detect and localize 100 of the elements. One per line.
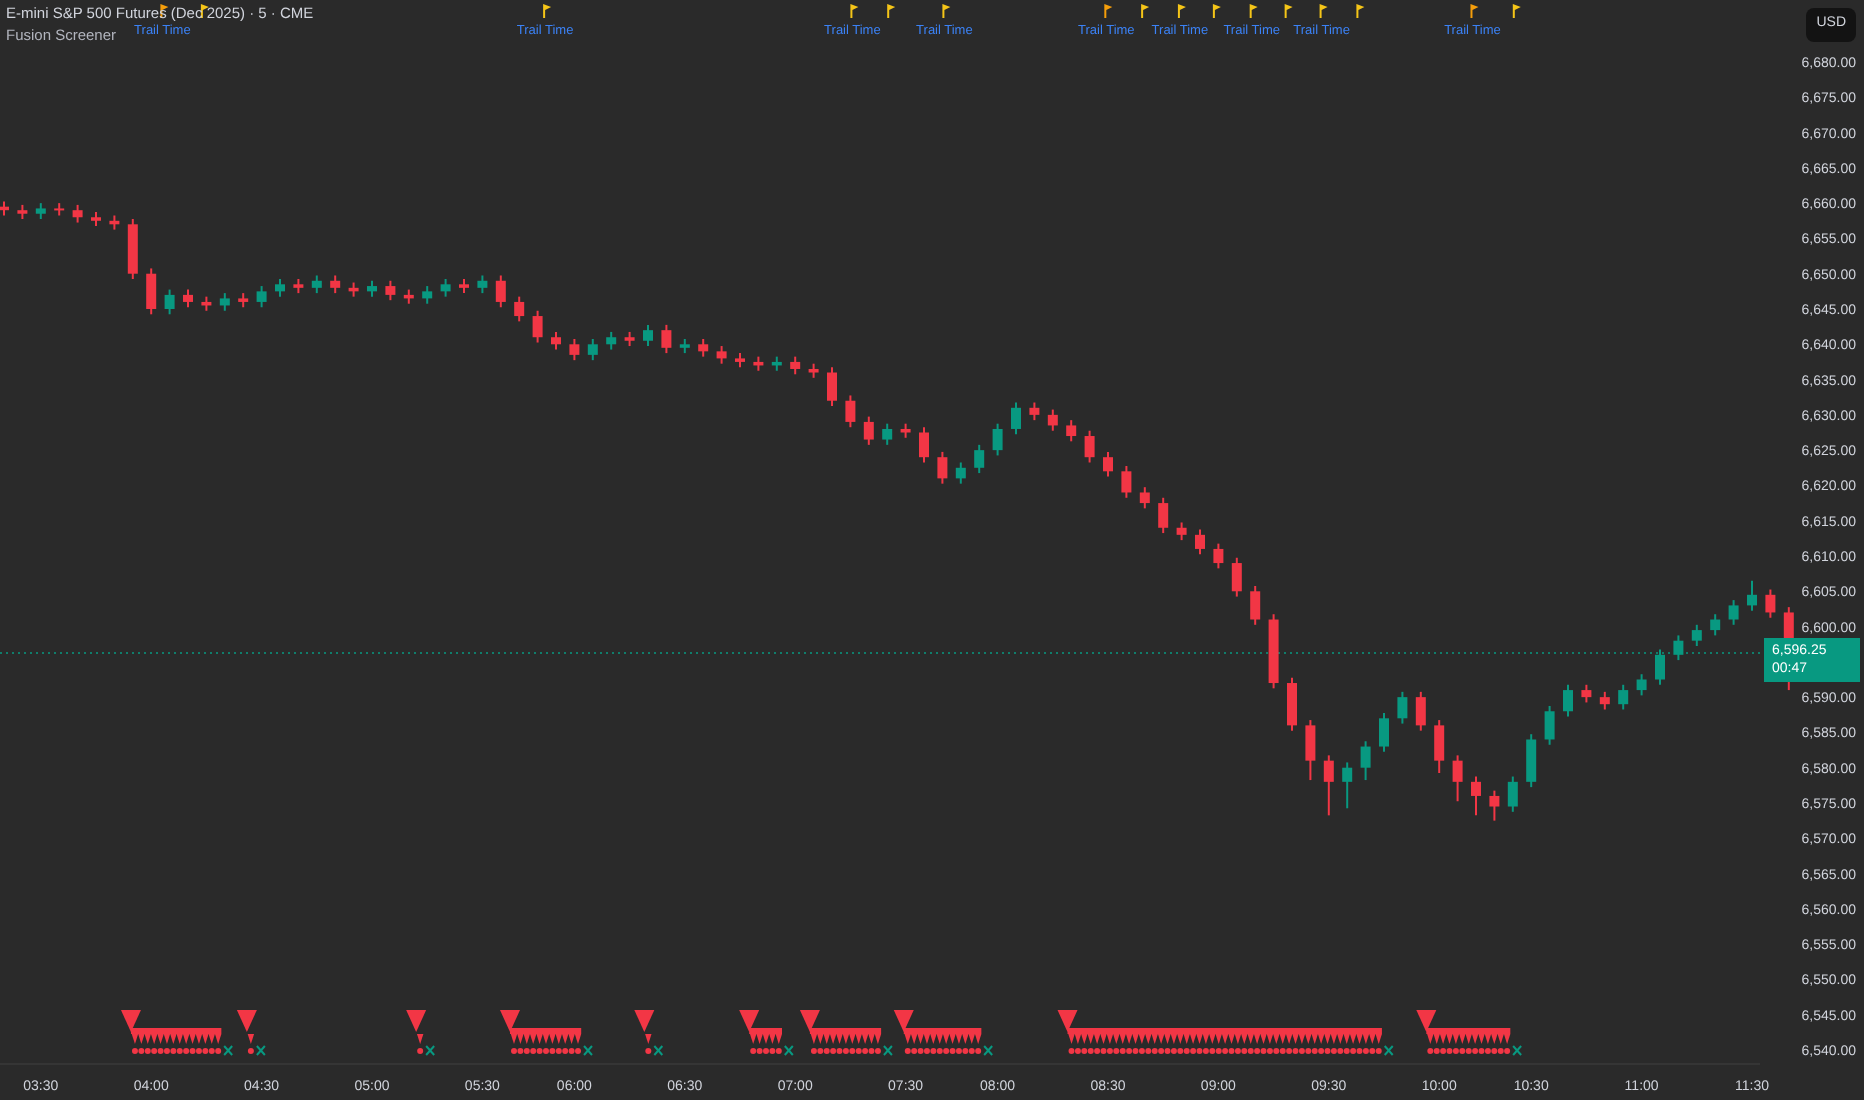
candle: [1047, 408, 1058, 432]
candle: [698, 338, 709, 358]
sell-signal-drawing: [799, 1010, 882, 1054]
candle: [716, 345, 727, 365]
candle: [403, 288, 414, 305]
candle: [1452, 754, 1463, 803]
candle: [1305, 719, 1316, 782]
candle: [771, 355, 782, 372]
candle: [1103, 450, 1113, 478]
candle: [790, 355, 801, 376]
candle: [17, 203, 28, 220]
candle: [1655, 648, 1665, 686]
sell-signal-drawing: [893, 1010, 982, 1054]
candle: [624, 330, 635, 348]
candle: [587, 338, 598, 362]
candle: [1691, 623, 1702, 647]
candle: [1250, 585, 1261, 626]
sell-signal-drawing: [406, 1010, 427, 1054]
candle: [293, 278, 304, 295]
candle: [35, 202, 46, 220]
candle: [1029, 401, 1040, 422]
candle: [330, 274, 341, 295]
candle: [845, 394, 856, 429]
candle: [1471, 775, 1481, 817]
candle: [1747, 579, 1757, 612]
candle: [955, 461, 966, 485]
candle: [974, 443, 985, 475]
exit-x-icon: [653, 1045, 664, 1056]
candle: [1599, 690, 1610, 711]
exit-x-icon: [583, 1045, 593, 1056]
candle: [937, 450, 948, 485]
sell-signal-drawing: [120, 1010, 222, 1054]
candle: [183, 288, 193, 309]
candle: [919, 426, 929, 464]
candle: [54, 202, 65, 217]
candle: [1507, 775, 1518, 813]
candle: [827, 366, 837, 408]
candle: [1379, 712, 1389, 753]
candle: [1121, 465, 1132, 499]
candle: [1268, 613, 1279, 690]
candle: [1360, 740, 1371, 782]
candle: [569, 338, 580, 362]
candle: [164, 288, 175, 316]
candle: [863, 415, 874, 446]
exit-x-icon: [223, 1045, 234, 1056]
candle: [495, 274, 506, 309]
candle: [109, 214, 120, 231]
exit-x-icon: [882, 1045, 893, 1056]
candle: [238, 292, 249, 309]
exit-x-icon: [983, 1045, 994, 1056]
candle: [753, 355, 764, 372]
candle: [1636, 673, 1647, 697]
candle: [1415, 690, 1426, 732]
candle: [72, 203, 83, 224]
candle: [1213, 542, 1224, 570]
candle: [1710, 613, 1721, 637]
candle: [1287, 676, 1297, 732]
candle: [1139, 486, 1150, 510]
exit-x-icon: [783, 1045, 794, 1056]
candle: [440, 278, 451, 298]
candle: [146, 267, 157, 316]
candle: [882, 422, 893, 446]
sell-signal-drawing: [236, 1010, 257, 1054]
candle: [1434, 719, 1445, 774]
candle: [514, 295, 525, 323]
candle: [1581, 683, 1592, 704]
candle: [679, 338, 690, 355]
candle: [91, 210, 101, 228]
exit-x-icon: [255, 1045, 266, 1056]
candle: [1323, 754, 1334, 817]
candle: [201, 295, 212, 312]
sell-signal-drawing: [739, 1010, 782, 1054]
candle: [1618, 683, 1629, 711]
candle: [219, 292, 230, 312]
candle: [385, 279, 396, 302]
exit-x-icon: [1512, 1045, 1523, 1056]
candle: [1231, 556, 1242, 598]
candle: [1158, 496, 1169, 535]
sell-signal-drawing: [500, 1010, 582, 1054]
candle: [900, 422, 911, 439]
candle: [1765, 588, 1776, 619]
candle: [1195, 528, 1205, 556]
candle: [1397, 690, 1408, 725]
candle: [275, 278, 285, 298]
candle: [661, 323, 672, 355]
candle: [477, 274, 488, 295]
candle: [1084, 429, 1095, 464]
candle: [532, 309, 543, 344]
candle: [422, 285, 433, 305]
candle: [311, 274, 322, 295]
candle: [808, 362, 819, 379]
candle: [1066, 419, 1077, 443]
candle: [1526, 733, 1537, 789]
candle: [1544, 704, 1555, 746]
candle: [551, 330, 561, 351]
candle: [127, 218, 138, 280]
candle: [367, 279, 377, 298]
sell-signal-drawing: [1416, 1010, 1511, 1054]
candle: [1673, 634, 1684, 662]
candle: [643, 323, 653, 348]
